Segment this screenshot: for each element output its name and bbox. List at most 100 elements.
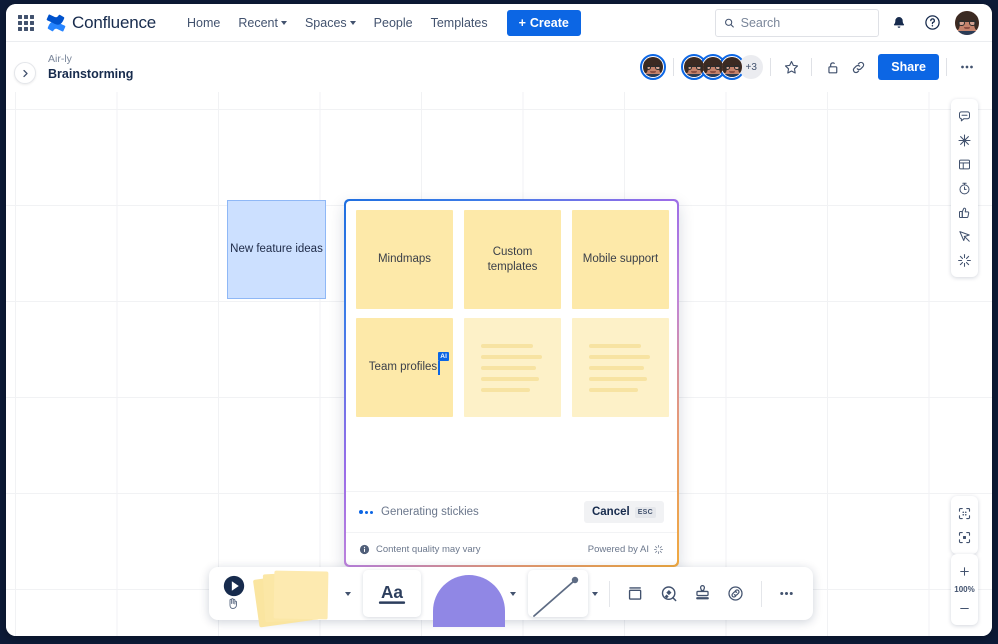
divider xyxy=(673,58,675,76)
brand-name: Confluence xyxy=(72,12,157,32)
generated-note-active[interactable]: Team profiles AI xyxy=(356,318,453,417)
loading-dots-icon xyxy=(359,510,373,514)
jira-tool[interactable] xyxy=(652,577,686,611)
presence-self-avatar[interactable] xyxy=(640,54,667,80)
stamp-tool[interactable] xyxy=(686,577,720,611)
templates-button[interactable] xyxy=(953,152,976,176)
sparkle-button[interactable] xyxy=(953,128,976,152)
profile-button[interactable] xyxy=(954,10,980,36)
divider xyxy=(760,580,762,607)
reactions-button[interactable] xyxy=(953,200,976,224)
ai-typing-cursor: AI xyxy=(438,351,450,375)
link-icon xyxy=(852,61,864,73)
search-input[interactable] xyxy=(740,15,870,30)
line-icon xyxy=(532,576,578,617)
ai-status-text: Generating stickies xyxy=(381,506,479,518)
restrictions-button[interactable] xyxy=(819,54,845,80)
frame-tool[interactable] xyxy=(618,577,652,611)
avatar xyxy=(643,57,664,77)
nav-link-templates[interactable]: Templates xyxy=(422,10,497,36)
nav-link-home[interactable]: Home xyxy=(178,10,229,36)
generated-note-text: Custom templates xyxy=(487,245,538,273)
help-button[interactable] xyxy=(919,10,945,36)
generated-note-placeholder[interactable] xyxy=(464,318,561,417)
chevron-down-icon xyxy=(591,591,598,596)
nav-link-recent[interactable]: Recent xyxy=(229,10,296,36)
expand-sidebar-button[interactable] xyxy=(14,62,36,84)
select-tool[interactable] xyxy=(219,567,256,620)
confluence-logo[interactable]: Confluence xyxy=(46,13,156,33)
generated-note-text: Team profiles xyxy=(368,361,438,373)
template-layout-icon xyxy=(959,159,970,169)
zoom-to-selection-button[interactable] xyxy=(953,525,976,549)
generated-note[interactable]: Custom templates xyxy=(464,210,561,309)
global-navigation: Confluence Home Recent Spaces People Tem… xyxy=(6,4,992,42)
nav-link-people[interactable]: People xyxy=(365,10,422,36)
zoom-level-label[interactable]: 100% xyxy=(954,583,974,596)
powered-by-ai-label: Powered by AI xyxy=(587,543,649,555)
generated-note[interactable]: Mobile support xyxy=(572,210,669,309)
timer-button[interactable] xyxy=(953,176,976,200)
line-tool[interactable] xyxy=(527,567,588,620)
create-button[interactable]: + Create xyxy=(506,9,581,36)
nav-link-people-label: People xyxy=(373,15,413,30)
chevron-right-icon xyxy=(22,69,28,77)
nav-link-recent-label: Recent xyxy=(238,15,278,30)
ai-sparkle-icon xyxy=(958,253,971,267)
apps-grid-icon[interactable] xyxy=(18,14,34,31)
comment-icon xyxy=(959,110,970,121)
comments-button[interactable] xyxy=(953,104,976,128)
shape-tool-dropdown[interactable] xyxy=(506,591,520,596)
cancel-button[interactable]: Cancel ESC xyxy=(583,501,664,523)
notifications-button[interactable] xyxy=(886,10,912,36)
nav-link-spaces-label: Spaces xyxy=(304,15,347,30)
zoom-in-button[interactable] xyxy=(953,559,976,583)
text-tool[interactable]: Aa xyxy=(363,567,422,620)
chevron-down-icon xyxy=(280,21,287,25)
more-tools-button[interactable] xyxy=(770,577,804,611)
collaborator-avatars[interactable]: +3 xyxy=(681,54,764,80)
zoom-controls: 100% xyxy=(951,554,978,625)
generated-note[interactable]: Mindmaps xyxy=(356,210,453,309)
cancel-button-label: Cancel xyxy=(591,506,630,518)
zoom-out-button[interactable] xyxy=(953,596,976,620)
sticky-note-new-feature-ideas[interactable]: New feature ideas xyxy=(227,200,326,299)
divider xyxy=(946,58,947,76)
confluence-mark-icon xyxy=(46,14,66,31)
thumbs-up-icon xyxy=(959,207,970,218)
nav-link-spaces[interactable]: Spaces xyxy=(296,10,365,36)
presenter-mode-button[interactable] xyxy=(953,224,976,248)
sticky-note-text: New feature ideas xyxy=(230,243,323,255)
ai-button[interactable] xyxy=(953,248,976,272)
line-tool-dropdown[interactable] xyxy=(588,591,602,596)
jira-search-icon xyxy=(661,585,677,601)
sticky-note-tool[interactable] xyxy=(253,567,341,628)
star-icon xyxy=(784,60,798,74)
page-more-button[interactable] xyxy=(954,54,980,80)
plus-icon: + xyxy=(518,15,526,30)
sticky-tool-dropdown[interactable] xyxy=(341,591,355,596)
star-button[interactable] xyxy=(778,54,804,80)
sparkle-star-icon xyxy=(958,133,971,147)
generated-note-placeholder[interactable] xyxy=(572,318,669,417)
search-icon xyxy=(725,18,734,28)
share-button[interactable]: Share xyxy=(878,54,939,80)
link-tool[interactable] xyxy=(719,577,753,611)
breadcrumb-space[interactable]: Air-ly xyxy=(48,52,133,66)
copy-link-button[interactable] xyxy=(845,54,871,80)
search-box[interactable] xyxy=(715,8,879,37)
whiteboard-canvas[interactable]: New feature ideas Mindmaps Custom templa… xyxy=(6,92,992,636)
ai-disclaimer-text: Content quality may vary xyxy=(376,543,481,555)
link-chain-icon xyxy=(728,586,743,601)
divider xyxy=(770,58,772,76)
zoom-to-selection-icon xyxy=(958,531,971,543)
divider xyxy=(811,58,813,76)
page-title[interactable]: Brainstorming xyxy=(48,66,133,82)
line-tool-card xyxy=(527,570,588,617)
whiteboard-toolbar: Aa xyxy=(209,567,813,628)
collaborator-overflow-badge[interactable]: +3 xyxy=(739,55,764,79)
zoom-to-fit-icon xyxy=(958,507,971,519)
shape-tool[interactable] xyxy=(429,567,506,627)
zoom-to-fit-button[interactable] xyxy=(953,501,976,525)
frame-icon xyxy=(628,587,642,600)
